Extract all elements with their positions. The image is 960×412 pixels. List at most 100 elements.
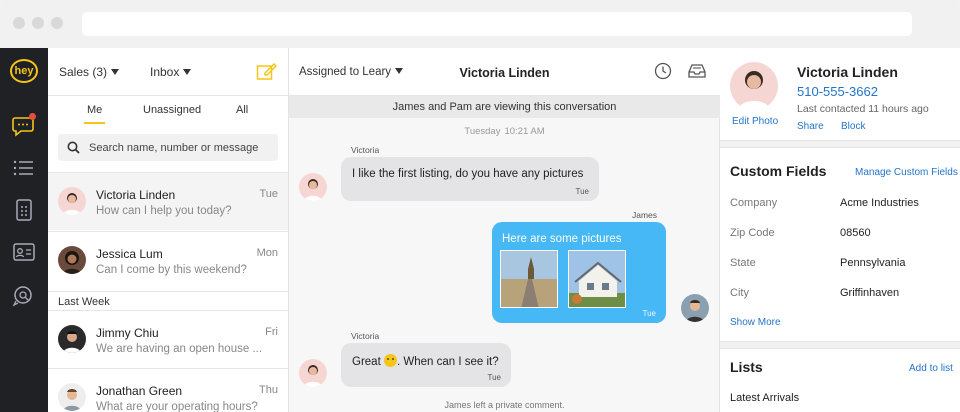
field-label: City <box>730 287 749 299</box>
field-label: State <box>730 257 756 269</box>
private-comment-notice: James left a private comment. <box>444 400 565 410</box>
divider <box>720 140 960 148</box>
message-sender: James <box>632 210 658 220</box>
chat-header: Assigned to Leary Victoria Linden <box>289 48 720 96</box>
message-text-end: . When can I see it? <box>396 356 499 368</box>
contact-card-icon[interactable] <box>12 241 36 263</box>
caret-down-icon <box>111 69 120 75</box>
field-value[interactable]: Griffinhaven <box>840 287 899 299</box>
conversation-item[interactable]: Jonathan Green What are your operating h… <box>48 368 288 412</box>
avatar <box>58 246 86 274</box>
list-header: Sales (3) Inbox <box>48 48 288 96</box>
edit-photo-link[interactable]: Edit Photo <box>732 116 778 127</box>
custom-fields-heading: Custom Fields <box>730 163 827 179</box>
window-minimize-dot[interactable] <box>32 17 44 29</box>
conversation-time: Mon <box>256 247 278 259</box>
day-label: Tuesday <box>464 126 501 137</box>
filter-all[interactable]: All <box>236 104 248 116</box>
divider <box>720 341 960 349</box>
share-link[interactable]: Share <box>797 121 824 132</box>
conversation-preview: How can I help you today? <box>96 205 232 217</box>
conversation-preview: We are having an open house ... <box>96 343 263 355</box>
address-bar[interactable] <box>82 12 912 36</box>
document-icon[interactable] <box>12 199 36 221</box>
folder-dropdown-label: Inbox <box>150 65 180 79</box>
section-last-week: Last Week <box>48 291 288 311</box>
contact-phone[interactable]: 510-555-3662 <box>797 84 878 99</box>
contact-avatar <box>730 62 778 110</box>
message-text-start: Great <box>352 356 381 368</box>
message-time: Tue <box>575 187 590 196</box>
contact-name: Victoria Linden <box>797 64 898 80</box>
conversation-item[interactable]: Jimmy Chiu We are having an open house .… <box>48 310 288 368</box>
conversation-time: Tue <box>259 188 278 200</box>
team-dropdown[interactable]: Sales (3) <box>59 65 120 79</box>
message-time: Tue <box>487 373 502 382</box>
window-close-dot[interactable] <box>13 17 25 29</box>
conversation-name: Victoria Linden <box>96 188 176 202</box>
list-entry[interactable]: Latest Arrivals <box>730 392 799 404</box>
day-time: 10:21 AM <box>504 126 545 137</box>
field-value[interactable]: Acme Industries <box>840 197 919 209</box>
outgoing-message[interactable]: Here are some pictures Tue <box>492 222 666 323</box>
search-icon <box>67 141 80 154</box>
message-text: I like the first listing, do you have an… <box>352 168 584 180</box>
search-box <box>58 134 278 161</box>
search-input[interactable] <box>89 134 274 161</box>
list-icon[interactable] <box>12 157 36 179</box>
message-sender: Victoria <box>351 145 380 155</box>
search-chat-icon[interactable] <box>12 285 36 307</box>
hey-logo: hey <box>10 59 38 83</box>
chat-icon[interactable] <box>12 113 36 137</box>
field-value[interactable]: Pennsylvania <box>840 257 905 269</box>
assignment-filters: Me Unassigned All <box>48 104 289 124</box>
avatar <box>58 325 86 353</box>
window-maximize-dot[interactable] <box>51 17 63 29</box>
day-divider: Tuesday 10:21 AM <box>289 126 720 137</box>
message-text: Great . When can I see it? <box>352 354 499 368</box>
caret-down-icon <box>183 69 192 75</box>
listing-photo-boardwalk[interactable] <box>500 250 558 308</box>
chat-pane: Assigned to Leary Victoria Linden James … <box>289 48 720 412</box>
last-contacted: Last contacted 11 hours ago <box>797 103 929 115</box>
conversation-name: Jessica Lum <box>96 247 163 261</box>
app-window: hey Sales (3) Inbox Me Unassigned All Se… <box>0 48 960 412</box>
browser-chrome <box>0 0 960 48</box>
field-value[interactable]: 08560 <box>840 227 871 239</box>
manage-custom-fields-link[interactable]: Manage Custom Fields <box>855 167 958 178</box>
conversation-name: Jimmy Chiu <box>96 326 159 340</box>
message-text: Here are some pictures <box>502 233 622 245</box>
show-more-link[interactable]: Show More <box>730 317 781 328</box>
conversation-preview: What are your operating hours? <box>96 401 258 412</box>
filter-unassigned[interactable]: Unassigned <box>143 104 201 116</box>
conversation-preview: Can I come by this weekend? <box>96 264 247 276</box>
team-dropdown-label: Sales (3) <box>59 65 108 79</box>
incoming-message[interactable]: Great . When can I see it? Tue <box>341 343 511 387</box>
avatar <box>299 173 327 201</box>
contact-panel: Edit Photo Victoria Linden 510-555-3662 … <box>720 48 960 412</box>
clock-icon[interactable] <box>654 62 672 85</box>
archive-icon[interactable] <box>687 62 707 85</box>
listing-photo-house[interactable] <box>568 250 626 308</box>
avatar <box>299 359 327 387</box>
message-sender: Victoria <box>351 331 380 341</box>
left-rail: hey <box>0 48 48 412</box>
add-to-list-link[interactable]: Add to list <box>909 363 953 374</box>
avatar <box>58 187 86 215</box>
field-label: Company <box>730 197 778 209</box>
conversation-item[interactable]: Victoria Linden How can I help you today… <box>48 172 288 230</box>
unread-badge <box>29 113 36 120</box>
conversation-list-pane: Sales (3) Inbox Me Unassigned All Victor… <box>48 48 289 412</box>
conversation-item[interactable]: Jessica Lum Can I come by this weekend? … <box>48 231 288 289</box>
folder-dropdown[interactable]: Inbox <box>150 65 192 79</box>
compose-icon[interactable] <box>256 61 278 81</box>
avatar <box>58 383 86 411</box>
conversation-time: Fri <box>265 326 278 338</box>
smile-emoji-icon <box>383 354 397 367</box>
incoming-message[interactable]: I like the first listing, do you have an… <box>341 157 599 201</box>
viewing-notice: James and Pam are viewing this conversat… <box>289 96 720 118</box>
message-time: Tue <box>642 309 657 318</box>
avatar <box>681 294 709 322</box>
block-link[interactable]: Block <box>841 121 865 132</box>
filter-me[interactable]: Me <box>83 104 106 124</box>
